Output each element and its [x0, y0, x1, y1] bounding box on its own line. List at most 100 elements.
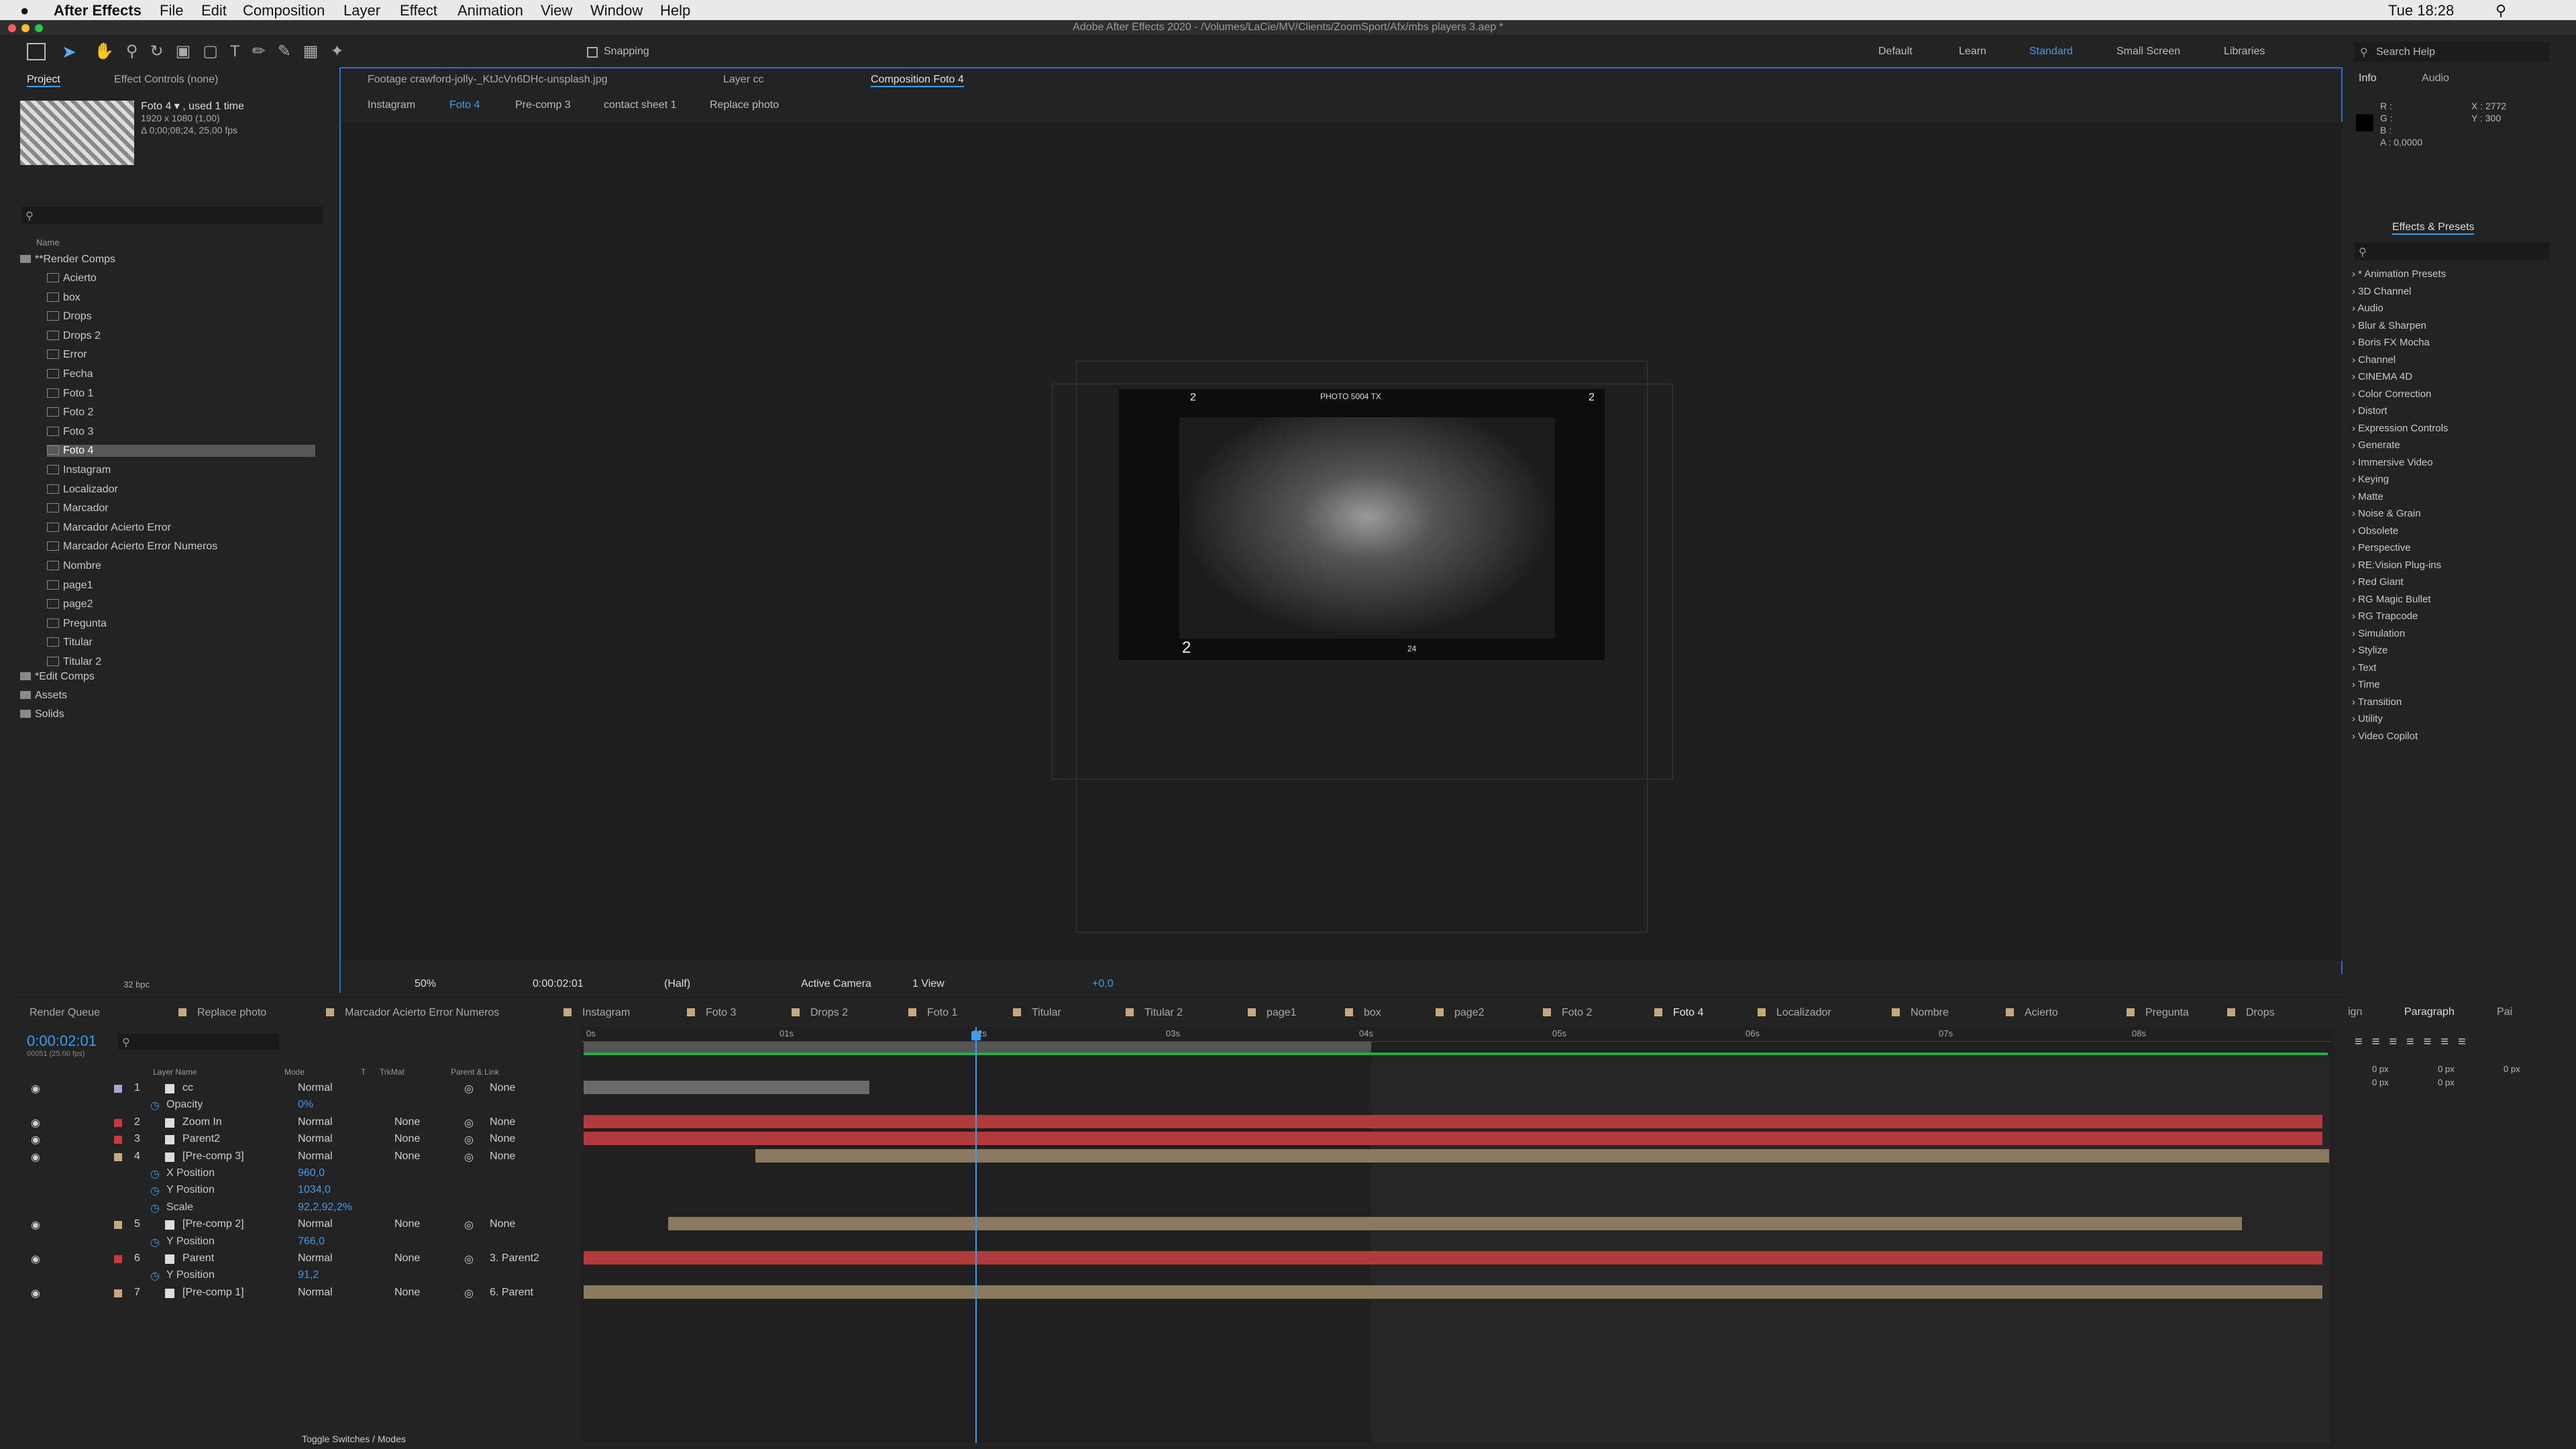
project-item[interactable]: Titular 2: [47, 656, 101, 668]
breadcrumb-replace-photo[interactable]: Replace photo: [710, 99, 779, 111]
stopwatch-icon[interactable]: ◷: [150, 1184, 160, 1197]
blend-mode-dropdown[interactable]: Normal: [298, 1287, 333, 1299]
timeline-tab[interactable]: Foto 2: [1543, 1007, 1592, 1019]
effects-category[interactable]: › Simulation: [2352, 628, 2405, 639]
layer-duration-bar[interactable]: [584, 1285, 2322, 1299]
menu-window[interactable]: Window: [590, 2, 643, 19]
resolution-dropdown[interactable]: (Half): [664, 978, 690, 990]
col-trkmat[interactable]: TrkMat: [380, 1067, 405, 1077]
effects-category[interactable]: › Noise & Grain: [2352, 508, 2421, 519]
effects-category[interactable]: › Utility: [2352, 713, 2383, 724]
search-help-field[interactable]: ⚲ Search Help: [2355, 42, 2549, 62]
zoom-dropdown[interactable]: 50%: [415, 978, 436, 990]
effects-category[interactable]: › Keying: [2352, 474, 2389, 485]
name-column-header[interactable]: Name: [36, 237, 60, 248]
effects-category[interactable]: › Color Correction: [2352, 388, 2431, 400]
stopwatch-icon[interactable]: ◷: [150, 1099, 160, 1112]
project-item[interactable]: Drops: [47, 311, 92, 323]
stopwatch-icon[interactable]: ◷: [150, 1201, 160, 1215]
workspace-standard[interactable]: Standard: [2029, 46, 2073, 58]
effects-category[interactable]: › Boris FX Mocha: [2352, 337, 2430, 348]
snapping-checkbox[interactable]: [587, 47, 598, 58]
property-row[interactable]: ◷ Opacity 0%: [27, 1097, 594, 1114]
pickwhip-icon[interactable]: ◎: [464, 1218, 474, 1232]
layer-name[interactable]: cc: [182, 1082, 193, 1094]
project-item[interactable]: box: [47, 292, 80, 304]
property-row[interactable]: ◷ Y Position 91,2: [27, 1268, 594, 1284]
timeline-tab[interactable]: Acierto: [2006, 1007, 2058, 1019]
visibility-eye-icon[interactable]: ◉: [31, 1116, 40, 1130]
tab-audio[interactable]: Audio: [2422, 72, 2449, 85]
tab-composition-foto4[interactable]: Composition Foto 4: [871, 74, 964, 87]
effects-category[interactable]: › Expression Controls: [2352, 423, 2448, 434]
col-t[interactable]: T: [361, 1067, 366, 1077]
timeline-graph[interactable]: 0s01s02s03s04s05s06s07s08s: [581, 1027, 2334, 1443]
project-item[interactable]: Localizador: [47, 484, 118, 496]
timeline-tab[interactable]: Titular: [1013, 1007, 1061, 1019]
stopwatch-icon[interactable]: ◷: [150, 1236, 160, 1249]
tab-align[interactable]: ign: [2348, 1006, 2362, 1018]
effects-category[interactable]: › Audio: [2352, 303, 2383, 314]
effects-category[interactable]: › Immersive Video: [2352, 457, 2433, 468]
menu-layer[interactable]: Layer: [343, 2, 380, 19]
project-item[interactable]: Drops 2: [47, 330, 101, 342]
parent-dropdown[interactable]: None: [490, 1150, 515, 1163]
space-before[interactable]: 0 px: [2372, 1077, 2389, 1087]
project-item[interactable]: Foto 4: [47, 445, 315, 458]
effects-category[interactable]: › CINEMA 4D: [2352, 371, 2412, 382]
effects-category[interactable]: › Stylize: [2352, 645, 2387, 656]
visibility-eye-icon[interactable]: ◉: [31, 1218, 40, 1232]
selection-tool-icon[interactable]: ➤: [62, 42, 79, 62]
toggle-switches-modes[interactable]: Toggle Switches / Modes: [302, 1434, 406, 1444]
close-window-button[interactable]: [8, 24, 16, 32]
time-ruler[interactable]: 0s01s02s03s04s05s06s07s08s: [581, 1027, 2332, 1042]
project-item[interactable]: Acierto: [47, 272, 97, 284]
effects-category[interactable]: › Channel: [2352, 354, 2396, 366]
property-row[interactable]: ◷ Scale 92,2,92,2%: [27, 1200, 594, 1216]
parent-dropdown[interactable]: None: [490, 1082, 515, 1094]
timeline-tab[interactable]: Replace photo: [178, 1007, 266, 1019]
timeline-tab[interactable]: page2: [1436, 1007, 1485, 1019]
visibility-eye-icon[interactable]: ◉: [31, 1133, 40, 1146]
app-menu[interactable]: After Effects: [54, 2, 142, 19]
menu-view[interactable]: View: [541, 2, 572, 19]
visibility-eye-icon[interactable]: ◉: [31, 1082, 40, 1095]
current-time-display[interactable]: 0:00:02:01: [533, 978, 584, 990]
effects-category[interactable]: › * Animation Presets: [2352, 268, 2446, 280]
stopwatch-icon[interactable]: ◷: [150, 1167, 160, 1181]
project-item[interactable]: Marcador: [47, 502, 109, 515]
pickwhip-icon[interactable]: ◎: [464, 1133, 474, 1146]
home-icon[interactable]: [27, 43, 46, 60]
timeline-timecode[interactable]: 0:00:02:01: [27, 1032, 97, 1050]
timeline-tab[interactable]: Marcador Acierto Error Numeros: [326, 1007, 499, 1019]
timeline-tab[interactable]: Foto 1: [908, 1007, 957, 1019]
effects-category[interactable]: › RG Magic Bullet: [2352, 594, 2431, 605]
layer-name[interactable]: Parent: [182, 1252, 214, 1265]
folder-solids[interactable]: Solids: [20, 708, 64, 720]
workspace-small-screen[interactable]: Small Screen: [2116, 46, 2180, 58]
apple-icon[interactable]: ●: [20, 2, 29, 19]
project-item[interactable]: Marcador Acierto Error: [47, 522, 171, 534]
parent-dropdown[interactable]: None: [490, 1218, 515, 1230]
visibility-eye-icon[interactable]: ◉: [31, 1287, 40, 1300]
stopwatch-icon[interactable]: ◷: [150, 1269, 160, 1283]
property-value[interactable]: 91,2: [298, 1269, 319, 1281]
folder-render-comps[interactable]: **Render Comps: [20, 254, 115, 266]
layer-duration-bar[interactable]: [584, 1251, 2322, 1265]
timeline-tab[interactable]: Instagram: [564, 1007, 630, 1019]
project-item[interactable]: page1: [47, 580, 93, 592]
trkmat-dropdown[interactable]: None: [394, 1218, 420, 1230]
project-item[interactable]: page2: [47, 598, 93, 610]
menu-edit[interactable]: Edit: [201, 2, 227, 19]
indent-left[interactable]: 0 px: [2372, 1064, 2389, 1074]
parent-dropdown[interactable]: None: [490, 1116, 515, 1128]
pickwhip-icon[interactable]: ◎: [464, 1116, 474, 1130]
label-color-swatch[interactable]: [114, 1152, 122, 1161]
label-color-swatch[interactable]: [114, 1118, 122, 1127]
timeline-tab[interactable]: Render Queue: [30, 1007, 100, 1019]
tab-effect-controls[interactable]: Effect Controls (none): [114, 74, 218, 86]
project-item[interactable]: Foto 3: [47, 426, 93, 438]
minimize-window-button[interactable]: [21, 24, 30, 32]
layer-row[interactable]: ◉ 1 cc Normal ◎ None: [27, 1081, 594, 1097]
layer-row[interactable]: ◉ 5 [Pre-comp 2] Normal None ◎ None: [27, 1217, 594, 1233]
